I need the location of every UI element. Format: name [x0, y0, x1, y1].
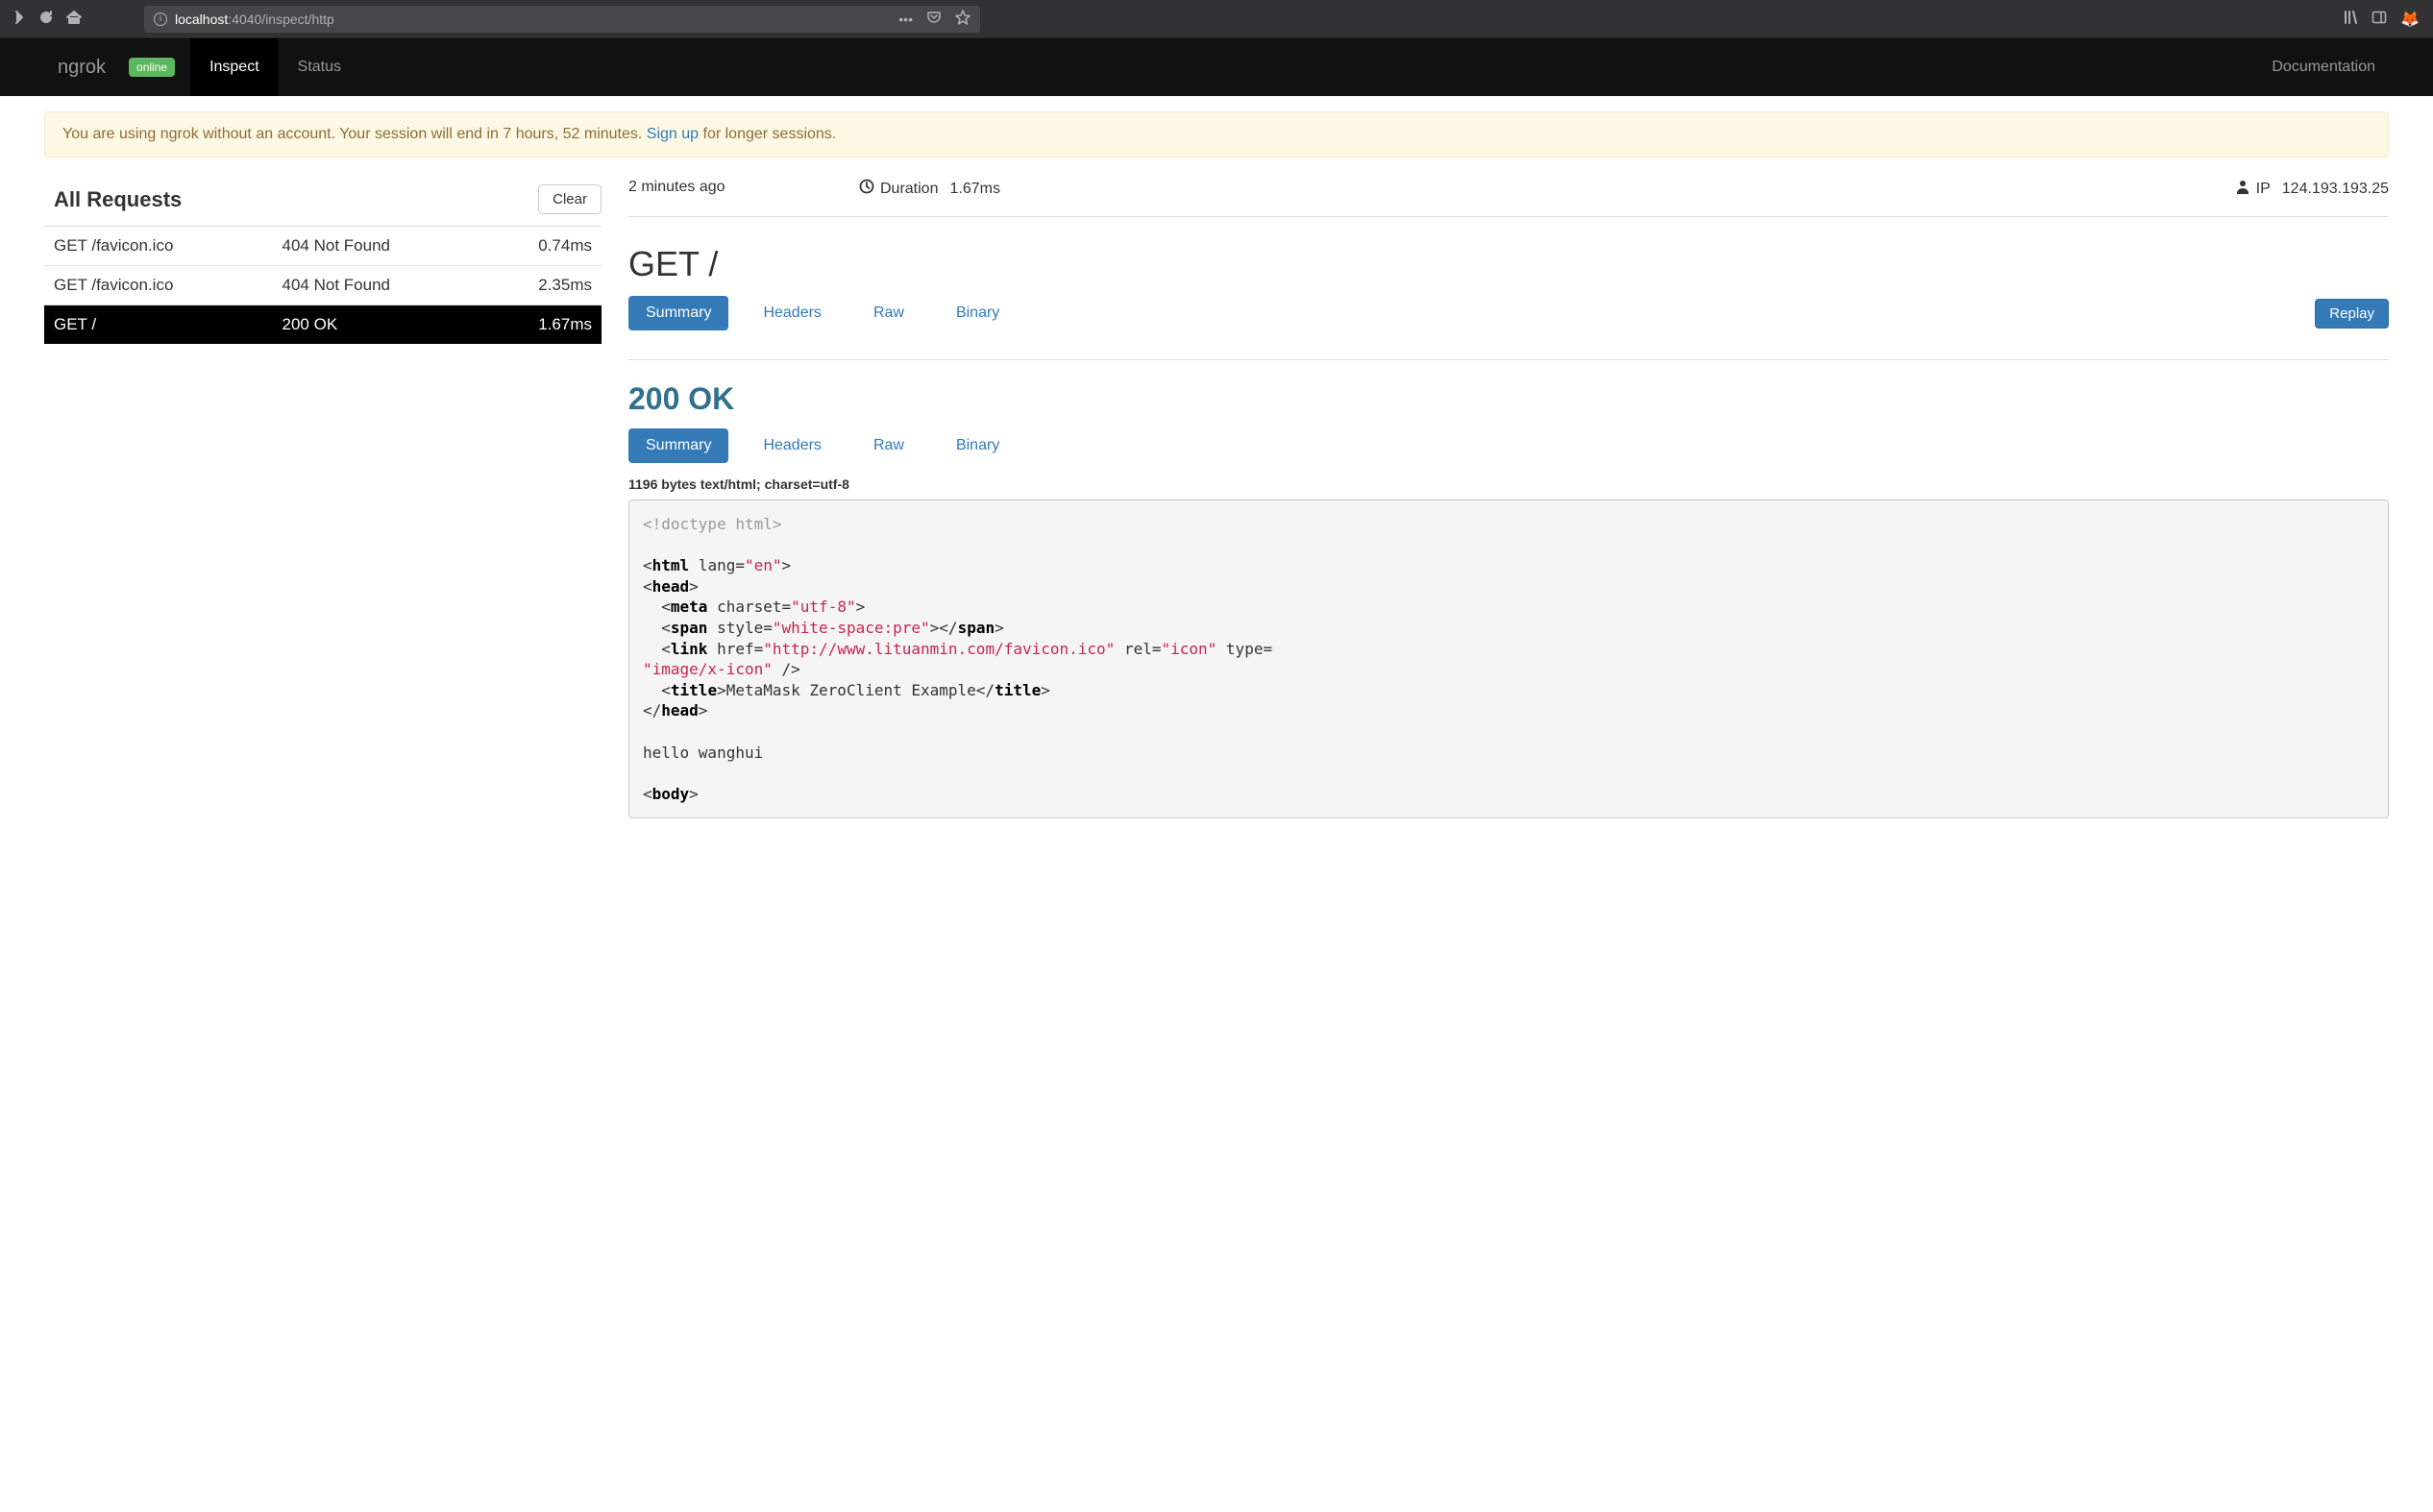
firefox-icon[interactable]: 🦊	[2400, 10, 2420, 29]
info-icon[interactable]: i	[154, 12, 167, 26]
request-line: GET /	[628, 244, 2389, 284]
url-text: localhost:4040/inspect/http	[175, 12, 334, 27]
session-alert: You are using ngrok without an account. …	[44, 111, 2389, 158]
request-time: 0.74ms	[481, 227, 602, 266]
detail-meta: 2 minutes ago Duration 1.67ms IP 124.193…	[628, 175, 2389, 217]
forward-icon[interactable]	[12, 10, 27, 28]
nav-tab-status[interactable]: Status	[279, 38, 360, 96]
nav-tabs: InspectStatus	[190, 38, 360, 96]
reload-icon[interactable]	[38, 10, 54, 28]
library-icon[interactable]	[2343, 10, 2358, 28]
response-tabs: Summary Headers Raw Binary	[628, 428, 2389, 463]
user-icon	[2235, 179, 2250, 199]
all-requests-title: All Requests	[54, 187, 182, 212]
more-icon[interactable]: •••	[898, 12, 913, 27]
signup-link[interactable]: Sign up	[647, 126, 699, 142]
requests-panel: All Requests Clear GET /favicon.ico404 N…	[44, 175, 602, 818]
brand: ngrok	[58, 38, 106, 96]
request-tabs: Summary Headers Raw Binary Replay	[628, 296, 2389, 330]
duration-value: 1.67ms	[949, 181, 999, 198]
request-time: 1.67ms	[481, 305, 602, 345]
browser-chrome: i localhost:4040/inspect/http ••• 🦊	[0, 0, 2433, 38]
tab-binary[interactable]: Binary	[939, 296, 1017, 330]
app-navbar: ngrok online InspectStatus Documentation	[0, 38, 2433, 96]
request-time: 2.35ms	[481, 266, 602, 305]
page-body: You are using ngrok without an account. …	[0, 96, 2433, 818]
ip-label: IP	[2256, 181, 2271, 198]
request-age: 2 minutes ago	[628, 179, 801, 199]
nav-tab-inspect[interactable]: Inspect	[190, 38, 279, 96]
tab-raw[interactable]: Raw	[856, 428, 922, 463]
response-body: <!doctype html> <html lang="en"> <head> …	[628, 500, 2389, 818]
url-bar[interactable]: i localhost:4040/inspect/http •••	[144, 6, 980, 33]
pocket-icon[interactable]	[926, 10, 942, 28]
clock-icon	[859, 179, 874, 199]
response-status: 200 OK	[628, 381, 2389, 417]
response-bytes: 1196 bytes text/html; charset=utf-8	[628, 476, 2389, 492]
clear-button[interactable]: Clear	[538, 184, 602, 214]
tab-binary[interactable]: Binary	[939, 428, 1017, 463]
tab-raw[interactable]: Raw	[856, 296, 922, 330]
home-icon[interactable]	[65, 9, 83, 29]
request-status: 200 OK	[273, 305, 482, 345]
documentation-link[interactable]: Documentation	[2214, 38, 2433, 96]
request-row[interactable]: GET /favicon.ico404 Not Found0.74ms	[44, 227, 602, 266]
requests-table: GET /favicon.ico404 Not Found0.74msGET /…	[44, 226, 602, 344]
duration-label: Duration	[880, 181, 938, 198]
request-req: GET /	[44, 305, 273, 345]
tab-headers[interactable]: Headers	[746, 428, 838, 463]
detail-panel: 2 minutes ago Duration 1.67ms IP 124.193…	[628, 175, 2389, 818]
sidebar-icon[interactable]	[2372, 10, 2387, 28]
browser-nav-icons	[12, 9, 83, 29]
tab-summary[interactable]: Summary	[628, 296, 728, 330]
request-req: GET /favicon.ico	[44, 266, 273, 305]
replay-button[interactable]: Replay	[2315, 299, 2389, 329]
star-icon[interactable]	[955, 10, 971, 28]
request-row[interactable]: GET /200 OK1.67ms	[44, 305, 602, 345]
tab-headers[interactable]: Headers	[746, 296, 838, 330]
request-row[interactable]: GET /favicon.ico404 Not Found2.35ms	[44, 266, 602, 305]
alert-text: You are using ngrok without an account. …	[62, 126, 647, 142]
request-req: GET /favicon.ico	[44, 227, 273, 266]
alert-text-suffix: for longer sessions.	[699, 126, 836, 142]
request-status: 404 Not Found	[273, 227, 482, 266]
tab-summary[interactable]: Summary	[628, 428, 728, 463]
request-status: 404 Not Found	[273, 266, 482, 305]
ip-value: 124.193.193.25	[2282, 181, 2389, 198]
online-badge: online	[129, 58, 175, 77]
